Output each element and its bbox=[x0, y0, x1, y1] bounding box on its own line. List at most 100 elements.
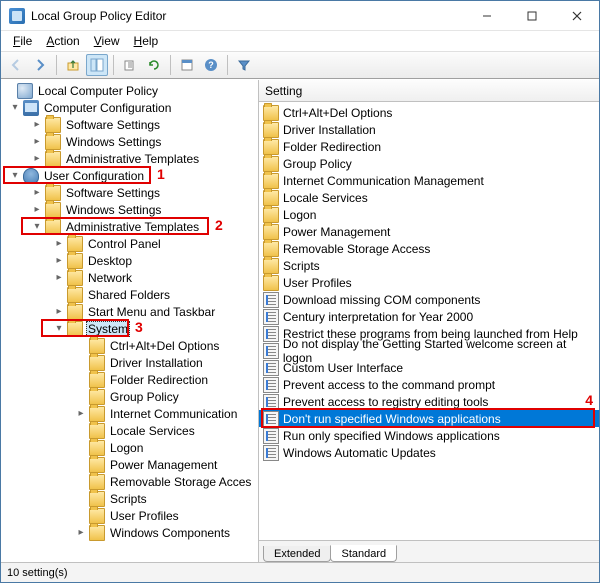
tree-computer-configuration[interactable]: ▾ Computer Configuration bbox=[3, 99, 258, 116]
expander-icon[interactable]: ▸ bbox=[53, 306, 65, 318]
tree-user-configuration[interactable]: ▾ User Configuration bbox=[3, 167, 258, 184]
list-body[interactable]: Ctrl+Alt+Del OptionsDriver InstallationF… bbox=[259, 102, 599, 540]
toolbar-forward-button[interactable] bbox=[29, 54, 51, 76]
list-row[interactable]: Prevent access to registry editing tools bbox=[259, 393, 599, 410]
tree-item[interactable]: ▸Desktop bbox=[3, 252, 258, 269]
list-row[interactable]: Folder Redirection bbox=[259, 138, 599, 155]
list-row[interactable]: Download missing COM components bbox=[259, 291, 599, 308]
list-item-label: Power Management bbox=[283, 225, 390, 239]
list-column-header[interactable]: Setting bbox=[259, 80, 599, 102]
expander-icon[interactable]: ▸ bbox=[53, 255, 65, 267]
list-row[interactable]: Locale Services bbox=[259, 189, 599, 206]
list-row[interactable]: Scripts bbox=[259, 257, 599, 274]
expander-icon[interactable]: ▸ bbox=[53, 272, 65, 284]
tree-item[interactable]: ▸Internet Communication bbox=[3, 405, 258, 422]
list-row[interactable]: User Profiles bbox=[259, 274, 599, 291]
expander-icon[interactable]: ▾ bbox=[31, 221, 43, 233]
toolbar-up-button[interactable] bbox=[62, 54, 84, 76]
tree-item[interactable]: ▸Start Menu and Taskbar bbox=[3, 303, 258, 320]
expander-icon[interactable]: ▾ bbox=[53, 323, 65, 335]
tree-item[interactable]: ▸Scripts bbox=[3, 490, 258, 507]
tree-item[interactable]: ▸Logon bbox=[3, 439, 258, 456]
list-row[interactable]: Group Policy bbox=[259, 155, 599, 172]
tree-item[interactable]: ▸Windows Settings bbox=[3, 133, 258, 150]
tree-item[interactable]: ▸Ctrl+Alt+Del Options bbox=[3, 337, 258, 354]
tree-item[interactable]: ▸User Profiles bbox=[3, 507, 258, 524]
folder-icon bbox=[263, 275, 279, 291]
expander-icon[interactable]: ▸ bbox=[31, 136, 43, 148]
folder-icon bbox=[89, 491, 105, 507]
tree-item[interactable]: ▸Power Management bbox=[3, 456, 258, 473]
tree-item[interactable]: ▸Control Panel bbox=[3, 235, 258, 252]
tree-item[interactable]: ▸Folder Redirection bbox=[3, 371, 258, 388]
expander-icon[interactable]: ▸ bbox=[53, 238, 65, 250]
list-row[interactable]: Removable Storage Access bbox=[259, 240, 599, 257]
toolbar-help-button[interactable]: ? bbox=[200, 54, 222, 76]
tree-item[interactable]: ▸Locale Services bbox=[3, 422, 258, 439]
expander-icon[interactable]: ▸ bbox=[31, 119, 43, 131]
tree-item[interactable]: ▸Driver Installation bbox=[3, 354, 258, 371]
folder-icon bbox=[263, 224, 279, 240]
list-item-label: Download missing COM components bbox=[283, 293, 480, 307]
list-row[interactable]: Century interpretation for Year 2000 bbox=[259, 308, 599, 325]
tree-item[interactable]: ▸Windows Settings bbox=[3, 201, 258, 218]
folder-icon bbox=[263, 156, 279, 172]
tree-pane[interactable]: ▸ Local Computer Policy ▾ Computer Confi… bbox=[1, 80, 259, 562]
list-row[interactable]: Don't run specified Windows applications bbox=[259, 410, 599, 427]
expander-icon[interactable]: ▸ bbox=[31, 153, 43, 165]
list-item-label: Century interpretation for Year 2000 bbox=[283, 310, 473, 324]
toolbar-filter-button[interactable] bbox=[233, 54, 255, 76]
expander-icon[interactable]: ▾ bbox=[9, 170, 21, 182]
tree-label: User Profiles bbox=[108, 509, 181, 523]
tab-standard[interactable]: Standard bbox=[330, 545, 397, 562]
toolbar-back-button[interactable] bbox=[5, 54, 27, 76]
list-row[interactable]: Internet Communication Management bbox=[259, 172, 599, 189]
list-row[interactable]: Ctrl+Alt+Del Options bbox=[259, 104, 599, 121]
folder-icon bbox=[45, 219, 61, 235]
toolbar-tree-toggle-button[interactable] bbox=[86, 54, 108, 76]
tree-item[interactable]: ▸Network bbox=[3, 269, 258, 286]
tab-extended[interactable]: Extended bbox=[263, 546, 331, 562]
tree-item[interactable]: ▸Removable Storage Acces bbox=[3, 473, 258, 490]
toolbar-export-button[interactable] bbox=[119, 54, 141, 76]
list-row[interactable]: Logon bbox=[259, 206, 599, 223]
policy-root-icon bbox=[17, 83, 33, 99]
tree-item[interactable]: ▸Group Policy bbox=[3, 388, 258, 405]
setting-icon bbox=[263, 326, 279, 342]
toolbar-refresh-button[interactable] bbox=[143, 54, 165, 76]
forward-icon bbox=[33, 58, 47, 72]
maximize-button[interactable] bbox=[509, 1, 554, 30]
list-item-label: Prevent access to registry editing tools bbox=[283, 395, 488, 409]
menu-help[interactable]: Help bbox=[128, 34, 165, 48]
toolbar-separator bbox=[56, 55, 57, 75]
tree-item[interactable]: ▸Software Settings bbox=[3, 116, 258, 133]
minimize-button[interactable] bbox=[464, 1, 509, 30]
tree-root[interactable]: ▸ Local Computer Policy bbox=[3, 82, 258, 99]
folder-icon bbox=[67, 236, 83, 252]
toolbar-properties-button[interactable] bbox=[176, 54, 198, 76]
setting-icon bbox=[263, 360, 279, 376]
expander-icon[interactable]: ▸ bbox=[75, 527, 87, 539]
list-row[interactable]: Windows Automatic Updates bbox=[259, 444, 599, 461]
list-row[interactable]: Do not display the Getting Started welco… bbox=[259, 342, 599, 359]
list-row[interactable]: Power Management bbox=[259, 223, 599, 240]
list-row[interactable]: Prevent access to the command prompt bbox=[259, 376, 599, 393]
tree-item[interactable]: ▸Software Settings bbox=[3, 184, 258, 201]
menu-action[interactable]: Action bbox=[40, 34, 85, 48]
tree-item[interactable]: ▸Windows Components bbox=[3, 524, 258, 541]
tree-label: Power Management bbox=[108, 458, 219, 472]
list-row[interactable]: Driver Installation bbox=[259, 121, 599, 138]
menu-view[interactable]: View bbox=[88, 34, 126, 48]
svg-text:?: ? bbox=[208, 60, 214, 70]
expander-icon[interactable]: ▸ bbox=[31, 187, 43, 199]
menu-file[interactable]: File bbox=[7, 34, 38, 48]
tree-system[interactable]: ▾System bbox=[3, 320, 258, 337]
tree-item[interactable]: ▸Shared Folders bbox=[3, 286, 258, 303]
list-row[interactable]: Run only specified Windows applications bbox=[259, 427, 599, 444]
tree-administrative-templates[interactable]: ▾Administrative Templates bbox=[3, 218, 258, 235]
expander-icon[interactable]: ▸ bbox=[31, 204, 43, 216]
expander-icon[interactable]: ▾ bbox=[9, 102, 21, 114]
close-button[interactable] bbox=[554, 1, 599, 30]
tree-item[interactable]: ▸Administrative Templates bbox=[3, 150, 258, 167]
expander-icon[interactable]: ▸ bbox=[75, 408, 87, 420]
